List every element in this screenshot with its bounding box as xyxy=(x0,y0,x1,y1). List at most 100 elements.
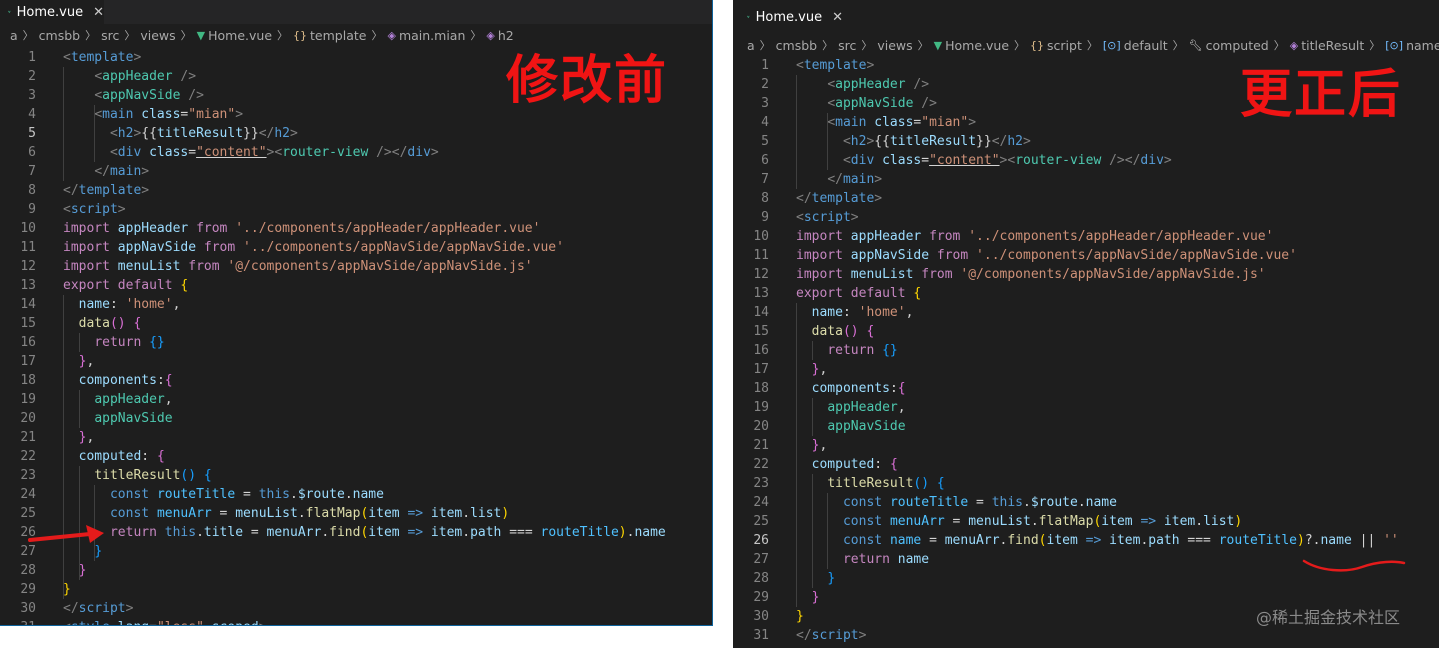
breadcrumb-item[interactable]: name xyxy=(1406,38,1439,53)
breadcrumb-item[interactable]: computed xyxy=(1206,38,1269,53)
breadcrumb-item[interactable]: main.mian xyxy=(399,28,465,43)
breadcrumb-item[interactable]: src xyxy=(838,38,856,53)
tab-home-vue[interactable]: Home.vue ✕ xyxy=(739,0,843,34)
breadcrumb-item[interactable]: cmsbb xyxy=(39,28,80,43)
breadcrumb-item[interactable]: src xyxy=(101,28,119,43)
chevron-right-icon: 〉 xyxy=(861,39,873,52)
close-icon[interactable]: ✕ xyxy=(832,10,843,25)
breadcrumb-item[interactable]: views xyxy=(877,38,912,53)
line-number: 8 xyxy=(28,183,36,198)
code-text: <div class="content"><router-view /></di… xyxy=(796,151,1172,170)
indent-guide xyxy=(811,341,813,360)
code-token: from xyxy=(929,229,961,244)
code-token: /> xyxy=(188,88,204,103)
code-token: > xyxy=(133,50,142,65)
code-token: { xyxy=(913,286,922,301)
line-number: 28 xyxy=(753,571,769,586)
line-number: 11 xyxy=(20,240,36,255)
code-token: . xyxy=(1030,514,1039,529)
line-number: 12 xyxy=(20,259,36,274)
code-token: appHeader xyxy=(835,77,906,92)
code-token: { xyxy=(164,373,173,388)
line-number: 26 xyxy=(753,533,769,548)
breadcrumb-item[interactable]: cmsbb xyxy=(776,38,817,53)
chevron-right-icon: 〉 xyxy=(180,29,192,42)
braces-icon: {} xyxy=(1030,38,1045,52)
code-token: > xyxy=(117,202,126,217)
code-token: export xyxy=(796,286,843,301)
code-token: appHeader xyxy=(94,392,165,407)
code-token: , xyxy=(905,305,914,320)
chevron-right-icon: 〉 xyxy=(822,39,834,52)
breadcrumb-item[interactable]: Home.vue xyxy=(945,38,1009,53)
code-token: class xyxy=(882,153,922,168)
code-token: titleResult xyxy=(889,134,977,149)
code-token: < xyxy=(827,115,836,130)
code-token: computed xyxy=(78,449,142,464)
close-icon[interactable]: ✕ xyxy=(93,5,104,20)
code-text: titleResult() { xyxy=(63,466,212,485)
code-token: . xyxy=(1023,495,1031,510)
method-icon: ◈ xyxy=(1289,38,1299,52)
code-token: const xyxy=(842,495,883,510)
code-token: from xyxy=(196,221,228,236)
code-token: from xyxy=(203,240,236,255)
code-token: . xyxy=(1195,514,1204,529)
code-token: /> xyxy=(376,145,392,160)
indent-guide xyxy=(63,295,64,599)
line-number: 3 xyxy=(761,96,769,111)
code-text: <main class="mian"> xyxy=(796,113,976,132)
line-number: 7 xyxy=(28,164,36,179)
line-number: 16 xyxy=(20,335,36,350)
code-token: { xyxy=(203,468,212,483)
code-text: <appHeader /> xyxy=(796,75,929,94)
line-number: 22 xyxy=(753,457,769,472)
code-token: item xyxy=(368,506,400,521)
code-token: > xyxy=(235,107,244,122)
line-number: 2 xyxy=(761,77,769,92)
breadcrumb-item[interactable]: titleResult xyxy=(1301,38,1364,53)
code-token: } xyxy=(827,571,836,586)
breadcrumb-item[interactable]: Home.vue xyxy=(208,28,272,43)
breadcrumb-item[interactable]: template xyxy=(310,28,366,43)
code-token: import xyxy=(796,229,843,244)
breadcrumb-item[interactable]: views xyxy=(140,28,175,43)
code-token: path xyxy=(1148,533,1180,548)
code-token: </ xyxy=(796,191,812,206)
code-text: const routeTitle = this.$route.name xyxy=(63,485,384,504)
tab-home-vue[interactable]: Home.vue ✕ xyxy=(0,0,104,24)
code-token: < xyxy=(109,145,118,160)
code-token: () xyxy=(180,468,197,483)
code-token: 'home' xyxy=(858,305,906,320)
code-token: name xyxy=(1085,495,1117,510)
code-token: 'home' xyxy=(125,297,173,312)
code-token: appNavSide xyxy=(117,240,197,255)
code-text: </main> xyxy=(796,170,882,189)
code-token: import xyxy=(796,267,843,282)
line-number: 14 xyxy=(753,305,769,320)
line-number: 2 xyxy=(28,69,36,84)
code-token: path xyxy=(470,525,502,540)
code-token: </ xyxy=(63,183,79,198)
line-number: 29 xyxy=(20,582,36,597)
code-token: "content" xyxy=(929,153,1000,168)
annotation-before: 修改前 xyxy=(506,51,669,111)
breadcrumb-item[interactable]: default xyxy=(1124,38,1168,53)
breadcrumb-item[interactable]: a xyxy=(747,38,755,53)
code-token: class xyxy=(141,107,181,122)
code-token: < xyxy=(827,77,836,92)
code-token: = xyxy=(211,506,236,521)
breadcrumb-item[interactable]: a xyxy=(10,28,18,43)
breadcrumb-item[interactable]: script xyxy=(1047,38,1082,53)
line-number: 5 xyxy=(28,126,36,141)
